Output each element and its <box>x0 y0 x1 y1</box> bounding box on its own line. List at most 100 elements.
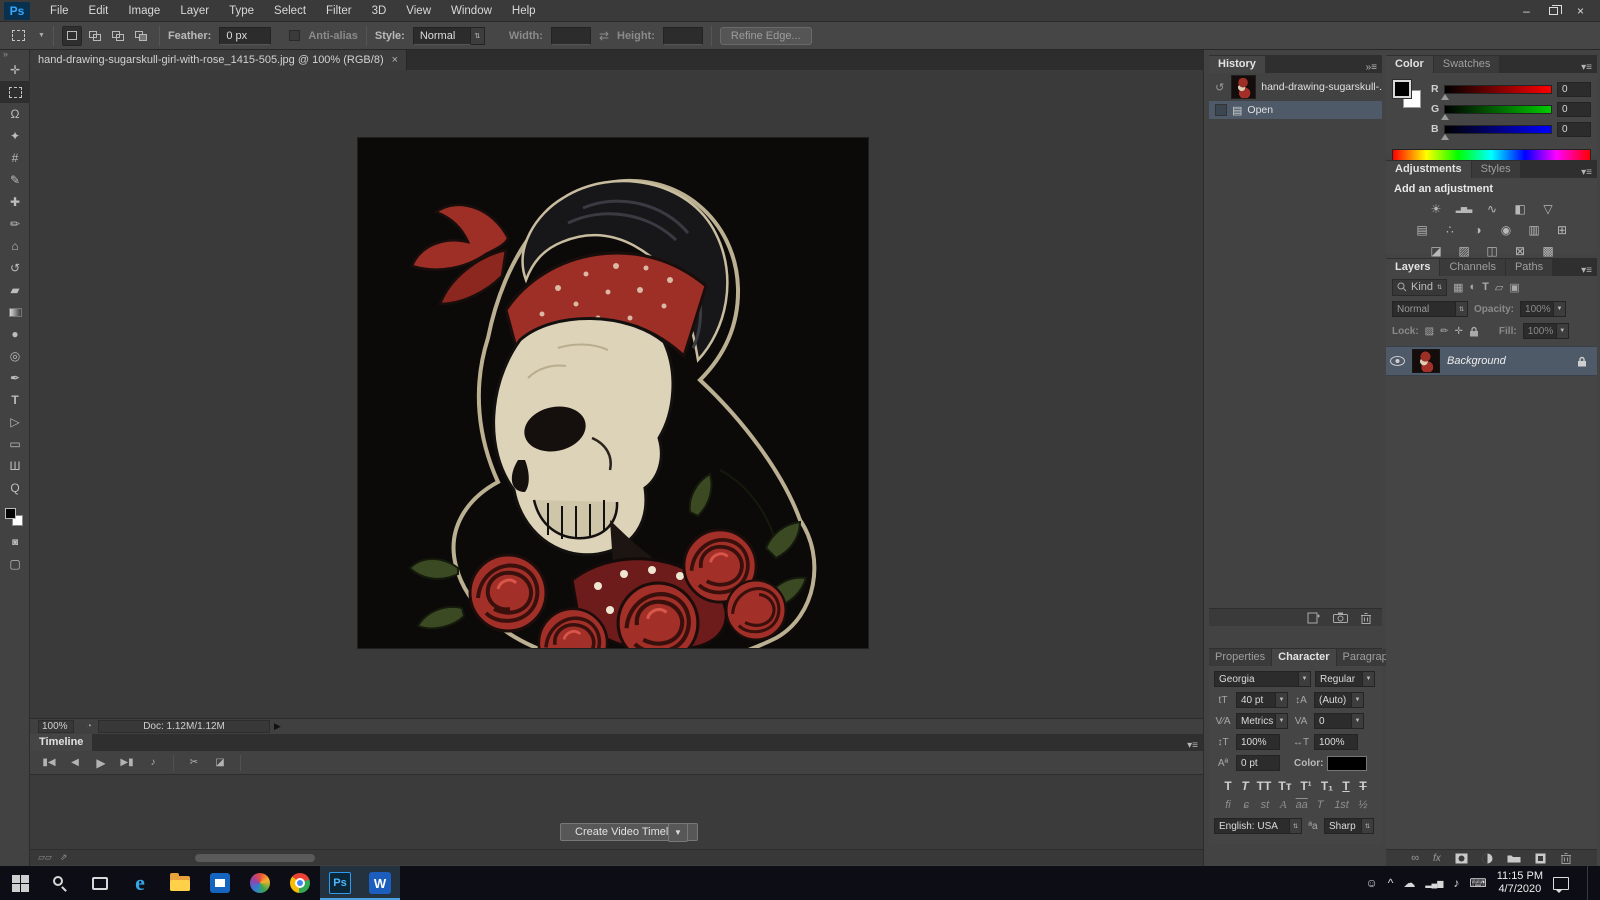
blue-value-field[interactable]: 0 <box>1557 121 1591 137</box>
timeline-panel-menu-icon[interactable]: ▾≡ <box>1187 740 1203 751</box>
red-slider-handle[interactable] <box>1441 93 1449 100</box>
color-panel-menu-icon[interactable]: ▾≡ <box>1581 62 1597 73</box>
ordinals-button[interactable]: 1st <box>1331 799 1353 811</box>
rectangular-marquee-tool[interactable] <box>0 81 30 103</box>
blue-slider-handle[interactable] <box>1441 133 1449 140</box>
menu-view[interactable]: View <box>396 0 441 22</box>
font-size-dropdown[interactable]: 40 pt ▼ <box>1236 692 1288 708</box>
language-dropdown[interactable]: English: USA ⇅ <box>1214 818 1302 834</box>
taskbar-clock[interactable]: 11:15 PM 4/7/2020 <box>1497 870 1543 896</box>
foreground-background-colors[interactable] <box>0 505 30 531</box>
play-button[interactable]: ▶ <box>90 754 112 772</box>
fill-dropdown[interactable]: 100% ▼ <box>1522 323 1569 339</box>
taskbar-word-button[interactable]: W <box>360 866 400 900</box>
fractions-button[interactable]: ½ <box>1355 799 1371 811</box>
taskbar-search-button[interactable] <box>40 866 80 900</box>
red-slider[interactable] <box>1441 84 1552 100</box>
eyedropper-tool[interactable]: ✎ <box>0 169 30 191</box>
new-document-from-state-icon[interactable] <box>1307 612 1321 624</box>
channel-mixer-icon[interactable]: ▥ <box>1524 221 1543 238</box>
horizontal-scale-field[interactable]: 100% <box>1314 734 1358 750</box>
layer-row-background[interactable]: Background <box>1386 346 1597 376</box>
history-source-checkbox[interactable] <box>1215 104 1227 116</box>
path-selection-tool[interactable]: ▷ <box>0 411 30 433</box>
faux-bold-button[interactable]: T <box>1220 779 1236 793</box>
standard-ligatures-button[interactable]: fi <box>1220 799 1236 811</box>
all-caps-button[interactable]: TT <box>1254 779 1274 793</box>
first-frame-button[interactable]: ▮◀ <box>38 754 60 772</box>
exposure-icon[interactable]: ◧ <box>1510 200 1529 217</box>
create-timeline-dropdown-icon[interactable]: ▼ <box>668 823 688 842</box>
menu-select[interactable]: Select <box>264 0 316 22</box>
tab-history[interactable]: History <box>1209 56 1265 73</box>
taskbar-photoshop-button[interactable]: Ps <box>320 866 360 900</box>
tab-character[interactable]: Character <box>1272 649 1336 666</box>
type-tool[interactable]: T <box>0 389 30 411</box>
discretionary-ligatures-button[interactable]: st <box>1257 799 1273 811</box>
height-input[interactable] <box>662 26 703 45</box>
blue-slider[interactable] <box>1441 124 1552 140</box>
start-button[interactable] <box>0 866 40 900</box>
underline-button[interactable]: T <box>1338 779 1354 793</box>
small-caps-button[interactable]: Tᴛ <box>1275 779 1295 793</box>
lock-transparency-icon[interactable]: ▨ <box>1425 326 1434 337</box>
menu-help[interactable]: Help <box>502 0 546 22</box>
menu-3d[interactable]: 3D <box>362 0 397 22</box>
text-color-swatch[interactable] <box>1327 755 1368 771</box>
stylistic-alternates-button[interactable]: T <box>1312 799 1328 811</box>
tab-channels[interactable]: Channels <box>1440 259 1505 276</box>
tab-adjustments[interactable]: Adjustments <box>1386 161 1471 178</box>
menu-window[interactable]: Window <box>441 0 502 22</box>
anti-alias-dropdown[interactable]: Sharp ⇅ <box>1324 818 1374 834</box>
eraser-tool[interactable]: ▰ <box>0 279 30 301</box>
brightness-contrast-icon[interactable]: ☀ <box>1426 200 1445 217</box>
anti-alias-checkbox[interactable] <box>289 30 301 41</box>
blend-mode-dropdown[interactable]: Normal ⇅ <box>1392 301 1468 317</box>
render-icon[interactable]: ⇗ <box>60 852 68 863</box>
transition-button[interactable]: ◪ <box>209 754 231 772</box>
opacity-dropdown[interactable]: 100% ▼ <box>1520 301 1567 317</box>
brush-tool[interactable]: ✏ <box>0 213 30 235</box>
selection-intersect-button[interactable] <box>131 26 151 46</box>
history-brush-tool[interactable]: ↺ <box>0 257 30 279</box>
zoom-level-field[interactable]: 100% <box>38 720 74 733</box>
action-center-icon[interactable] <box>1553 876 1569 893</box>
taskbar-edge-button[interactable]: e <box>120 866 160 900</box>
swap-dimensions-icon[interactable]: ⇄ <box>599 29 609 43</box>
new-adjustment-layer-icon[interactable] <box>1482 853 1493 864</box>
color-balance-icon[interactable]: ∴ <box>1440 221 1459 238</box>
foreground-color-swatch[interactable] <box>5 508 16 519</box>
red-value-field[interactable]: 0 <box>1557 81 1591 97</box>
filter-smart-objects-icon[interactable]: ▣ <box>1509 281 1519 294</box>
previous-frame-button[interactable]: ◀ <box>64 754 86 772</box>
crop-tool[interactable]: # <box>0 147 30 169</box>
snapshot-thumbnail[interactable] <box>1231 75 1257 99</box>
photo-filter-icon[interactable]: ◉ <box>1496 221 1515 238</box>
history-panel-menu-icon[interactable]: »≡ <box>1366 62 1382 73</box>
subscript-button[interactable]: T₁ <box>1317 779 1337 793</box>
superscript-button[interactable]: T¹ <box>1296 779 1316 793</box>
taskbar-file-explorer-button[interactable] <box>160 866 200 900</box>
threshold-icon[interactable]: ◫ <box>1482 242 1501 259</box>
zoom-tool[interactable]: Q <box>0 477 30 499</box>
network-signal-icon[interactable]: ▂▄▆ <box>1425 879 1443 888</box>
kerning-dropdown[interactable]: Metrics ▼ <box>1236 713 1288 729</box>
filter-shape-layers-icon[interactable]: ▱ <box>1495 281 1503 294</box>
menu-image[interactable]: Image <box>118 0 170 22</box>
tool-preset-marquee-icon[interactable] <box>6 25 30 47</box>
faux-italic-button[interactable]: T <box>1237 779 1253 793</box>
filter-pixel-layers-icon[interactable]: ▦ <box>1453 281 1463 294</box>
invert-icon[interactable]: ◪ <box>1426 242 1445 259</box>
tab-styles[interactable]: Styles <box>1471 161 1520 178</box>
feather-input[interactable]: 0 px <box>219 26 272 45</box>
menu-layer[interactable]: Layer <box>170 0 219 22</box>
dodge-tool[interactable]: ◎ <box>0 345 30 367</box>
tab-swatches[interactable]: Swatches <box>1433 56 1500 73</box>
hand-tool[interactable]: Ш <box>0 455 30 477</box>
hidden-icons-chevron[interactable]: ^ <box>1388 876 1394 890</box>
strikethrough-button[interactable]: T <box>1355 779 1371 793</box>
selection-new-button[interactable] <box>61 25 82 46</box>
pen-tool[interactable]: ✒ <box>0 367 30 389</box>
filter-adjustment-layers-icon[interactable]: ◐ <box>1469 281 1476 293</box>
tool-preset-dropdown-icon[interactable]: ▼ <box>38 32 45 39</box>
